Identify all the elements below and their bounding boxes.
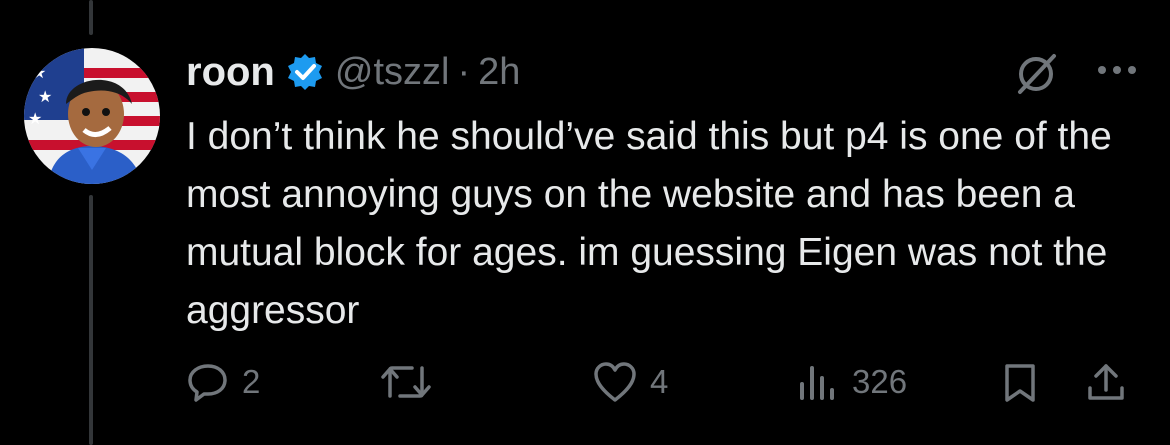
views-icon bbox=[800, 366, 834, 400]
tweet-text: I don’t think he should’ve said this but… bbox=[186, 115, 1112, 332]
retweet-button[interactable] bbox=[380, 356, 432, 408]
svg-text:★: ★ bbox=[32, 63, 46, 82]
tweet-header: roon @tszzl · 2h bbox=[186, 44, 520, 100]
author-handle[interactable]: @tszzl bbox=[335, 51, 450, 94]
bookmark-button[interactable] bbox=[1000, 356, 1040, 408]
avatar[interactable]: ★ ★ ★ bbox=[24, 48, 160, 184]
thread-line-bottom bbox=[89, 195, 93, 445]
views-button[interactable]: 326 bbox=[796, 356, 907, 408]
bookmark-icon bbox=[1005, 364, 1035, 402]
author-name[interactable]: roon bbox=[186, 50, 275, 95]
view-count: 326 bbox=[852, 363, 908, 400]
reply-button[interactable]: 2 bbox=[186, 356, 260, 408]
header-separator: · bbox=[457, 50, 471, 93]
more-icon[interactable] bbox=[1094, 58, 1140, 82]
like-icon bbox=[594, 362, 636, 402]
action-bar: 2 4 326 bbox=[186, 356, 1146, 408]
verified-badge-icon bbox=[287, 54, 322, 90]
reply-icon bbox=[188, 364, 227, 402]
like-button[interactable]: 4 bbox=[592, 356, 668, 408]
thread-line-top bbox=[89, 0, 93, 35]
share-icon bbox=[1088, 364, 1124, 400]
share-button[interactable] bbox=[1084, 356, 1128, 408]
timestamp[interactable]: 2h bbox=[478, 51, 520, 94]
retweet-icon bbox=[381, 366, 431, 398]
svg-text:★: ★ bbox=[38, 87, 52, 106]
like-count: 4 bbox=[650, 363, 669, 400]
svg-text:★: ★ bbox=[28, 109, 42, 128]
grok-icon[interactable] bbox=[1012, 50, 1060, 98]
reply-count: 2 bbox=[242, 363, 261, 400]
